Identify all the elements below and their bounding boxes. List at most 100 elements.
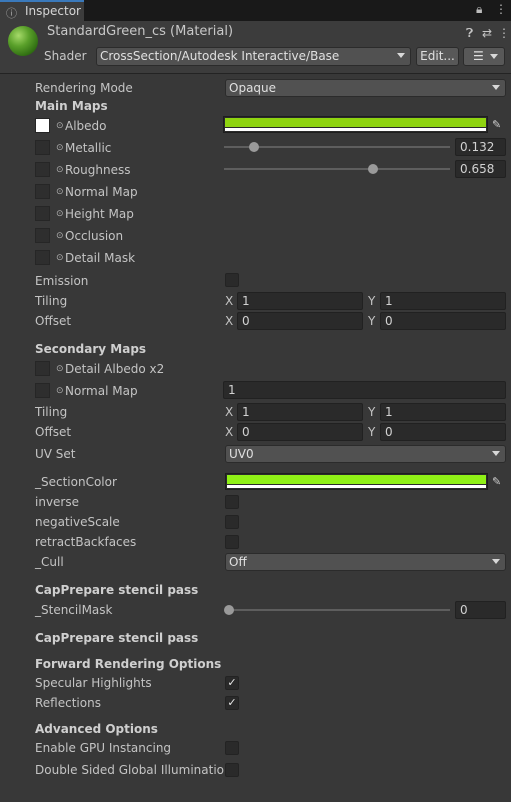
rendering-mode-label: Rendering Mode: [35, 81, 133, 95]
roughness-slider-knob[interactable]: [367, 164, 378, 174]
secondary-tiling-x-value: 1: [242, 405, 250, 419]
height-map-texture-slot[interactable]: [35, 206, 50, 221]
stencil-mask-value-field[interactable]: 0: [455, 601, 506, 619]
reflections-checkbox[interactable]: ✓: [225, 696, 239, 710]
albedo-color-field[interactable]: [223, 116, 488, 133]
double-sided-gi-label: Double Sided Global Illumination: [35, 763, 232, 777]
stencil-mask-slider-knob[interactable]: [224, 605, 234, 615]
chevron-down-icon: [492, 85, 500, 90]
object-picker-icon[interactable]: ⊙: [56, 386, 64, 396]
tiling-label: Tiling: [35, 294, 68, 308]
secondary-tiling-y-value: 1: [385, 405, 393, 419]
detail-mask-texture-slot[interactable]: [35, 250, 50, 265]
metallic-value-field[interactable]: 0.132: [455, 138, 506, 156]
shader-label: Shader: [44, 49, 87, 63]
roughness-slider-track[interactable]: [224, 168, 450, 170]
object-picker-icon[interactable]: ⊙: [56, 165, 64, 175]
chevron-down-icon: [492, 451, 500, 456]
metallic-texture-slot[interactable]: [35, 140, 50, 155]
eyedropper-icon[interactable]: ✎: [492, 118, 501, 131]
secondary-offset-y-axis-label: Y: [368, 425, 376, 439]
eyedropper-icon[interactable]: ✎: [492, 475, 501, 488]
offset-y-value: 0: [385, 314, 393, 328]
negative-scale-label: negativeScale: [35, 515, 120, 529]
secondary-normal-map-label: Normal Map: [65, 384, 138, 398]
secondary-maps-header: Secondary Maps: [35, 342, 147, 356]
material-title: StandardGreen_cs (Material): [47, 24, 234, 39]
stencil-mask-slider-track[interactable]: [229, 609, 450, 611]
detail-albedo-texture-slot[interactable]: [35, 361, 50, 376]
uv-set-value: UV0: [229, 447, 254, 461]
uv-set-dropdown[interactable]: UV0: [225, 445, 506, 463]
chevron-down-icon: [397, 53, 405, 58]
section-color-swatch: [227, 475, 486, 484]
tiling-x-axis-label: X: [225, 294, 234, 308]
shader-menu-button[interactable]: ☰: [463, 47, 505, 66]
tiling-x-field[interactable]: 1: [237, 292, 363, 310]
inverse-checkbox[interactable]: [225, 495, 239, 509]
tiling-y-field[interactable]: 1: [380, 292, 506, 310]
normal-map-texture-slot[interactable]: [35, 184, 50, 199]
object-picker-icon[interactable]: ⊙: [56, 121, 64, 131]
emission-label: Emission: [35, 274, 89, 288]
object-picker-icon[interactable]: ⊙: [56, 187, 64, 197]
retract-backfaces-label: retractBackfaces: [35, 535, 137, 549]
roughness-texture-slot[interactable]: [35, 162, 50, 177]
metallic-value: 0.132: [460, 140, 495, 154]
secondary-offset-x-field[interactable]: 0: [237, 423, 363, 441]
preset-icon[interactable]: ⇄: [482, 26, 492, 40]
lock-icon[interactable]: 🔒︎: [476, 2, 482, 17]
negative-scale-checkbox[interactable]: [225, 515, 239, 529]
offset-y-field[interactable]: 0: [380, 312, 506, 330]
roughness-value-field[interactable]: 0.658: [455, 160, 506, 178]
list-icon: ☰: [473, 49, 484, 63]
gpu-instancing-checkbox[interactable]: [225, 741, 239, 755]
cull-dropdown[interactable]: Off: [225, 553, 506, 571]
secondary-tiling-x-field[interactable]: 1: [237, 403, 363, 421]
object-picker-icon[interactable]: ⊙: [56, 231, 64, 241]
object-picker-icon[interactable]: ⊙: [56, 143, 64, 153]
stencil-mask-label: _StencilMask: [35, 603, 113, 617]
offset-x-value: 0: [242, 314, 250, 328]
secondary-normal-scale-field[interactable]: 1: [223, 381, 506, 399]
secondary-offset-label: Offset: [35, 425, 72, 439]
occlusion-texture-slot[interactable]: [35, 228, 50, 243]
offset-x-field[interactable]: 0: [237, 312, 363, 330]
rendering-mode-dropdown[interactable]: Opaque: [225, 79, 506, 97]
object-picker-icon[interactable]: ⊙: [56, 253, 64, 263]
section-color-field[interactable]: [225, 473, 488, 490]
retract-backfaces-checkbox[interactable]: [225, 535, 239, 549]
kebab-menu-icon[interactable]: ⋮: [495, 2, 507, 16]
tab-inspector[interactable]: ⓘ Inspector: [0, 0, 84, 21]
object-picker-icon[interactable]: ⊙: [56, 209, 64, 219]
stencil-mask-value: 0: [460, 603, 468, 617]
roughness-label: Roughness: [65, 163, 131, 177]
object-picker-icon[interactable]: ⊙: [56, 364, 64, 374]
emission-checkbox[interactable]: [225, 273, 239, 287]
help-icon[interactable]: ❓︎: [466, 26, 473, 41]
chevron-down-icon: [492, 559, 500, 564]
secondary-offset-x-value: 0: [242, 425, 250, 439]
secondary-normal-map-texture-slot[interactable]: [35, 383, 50, 398]
secondary-tiling-y-field[interactable]: 1: [380, 403, 506, 421]
double-sided-gi-checkbox[interactable]: [225, 763, 239, 777]
shader-dropdown[interactable]: CrossSection/Autodesk Interactive/Base: [96, 47, 411, 66]
material-preview-sphere: [8, 26, 38, 56]
tiling-y-axis-label: Y: [368, 294, 376, 308]
metallic-slider-knob[interactable]: [248, 142, 259, 152]
secondary-offset-y-field[interactable]: 0: [380, 423, 506, 441]
advanced-options-header: Advanced Options: [35, 722, 158, 736]
secondary-normal-scale-value: 1: [228, 383, 236, 397]
detail-mask-label: Detail Mask: [65, 251, 136, 265]
section-alpha-bar: [227, 485, 486, 488]
stencil-header-2: CapPrepare stencil pass: [35, 631, 199, 645]
secondary-tiling-label: Tiling: [35, 405, 68, 419]
chevron-down-icon: [490, 54, 498, 59]
height-map-label: Height Map: [65, 207, 134, 221]
albedo-texture-slot[interactable]: [35, 118, 50, 133]
kebab-menu-icon[interactable]: ⋮: [498, 26, 510, 40]
specular-highlights-checkbox[interactable]: ✓: [225, 676, 239, 690]
tiling-y-value: 1: [385, 294, 393, 308]
specular-highlights-label: Specular Highlights: [35, 676, 152, 690]
edit-shader-button[interactable]: Edit...: [416, 47, 459, 66]
